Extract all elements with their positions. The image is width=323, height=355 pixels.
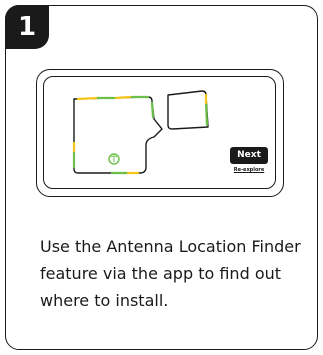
antenna-icon	[108, 153, 120, 165]
signal-segment-room2-right	[204, 101, 209, 127]
second-room-outline	[167, 90, 209, 130]
reexplore-link[interactable]: Re-explore	[230, 167, 268, 173]
phone-illustration: Next Re-explore	[36, 69, 284, 197]
instruction-text: Use the Antenna Location Finder feature …	[40, 237, 301, 310]
signal-segment-top-yellow	[114, 95, 132, 100]
next-button[interactable]: Next	[230, 147, 268, 164]
signal-segment-right	[150, 101, 155, 119]
step-number-badge: 1	[5, 5, 49, 49]
floor-plan-map	[72, 90, 209, 175]
signal-segment-top-left	[76, 96, 100, 101]
app-screen: Next Re-explore	[43, 76, 276, 189]
